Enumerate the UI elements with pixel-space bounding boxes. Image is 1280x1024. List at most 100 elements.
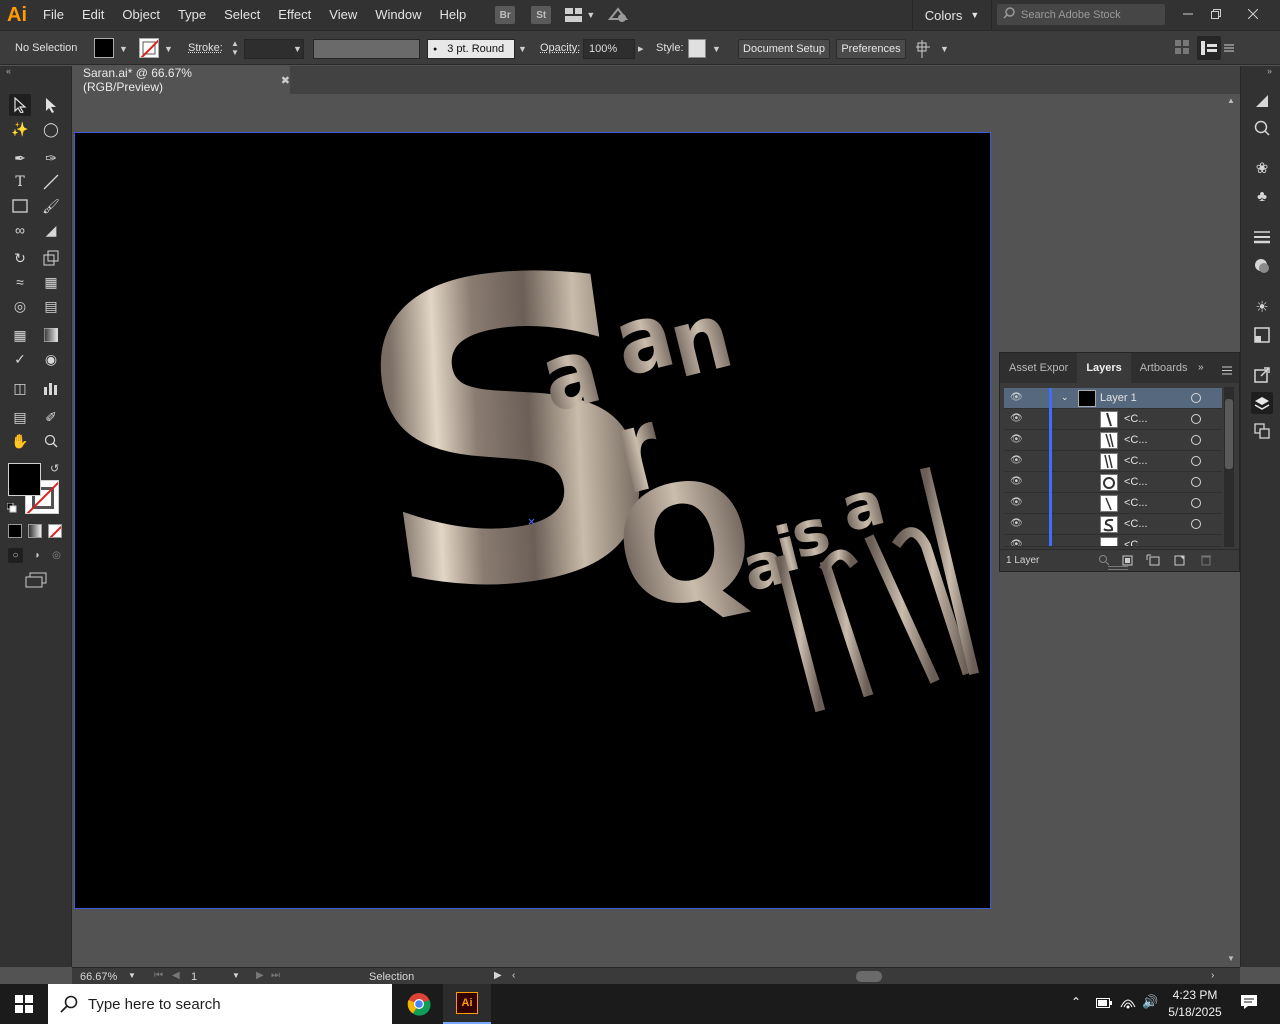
layers-scroll-thumb[interactable] xyxy=(1225,399,1233,469)
lasso-tool-icon[interactable]: ◯ xyxy=(40,118,62,140)
new-layer-icon[interactable] xyxy=(1174,554,1186,569)
object-name[interactable]: <C... xyxy=(1124,455,1148,467)
screen-mode-icon[interactable] xyxy=(24,572,48,590)
object-name[interactable]: <C... xyxy=(1124,539,1148,546)
battery-icon[interactable] xyxy=(1096,997,1112,1011)
arrange-dropdown-icon[interactable]: ▼ xyxy=(940,44,949,54)
status-menu-icon[interactable]: ▶ xyxy=(494,970,502,981)
opacity-label[interactable]: Opacity: xyxy=(540,42,580,54)
tab-asset-export[interactable]: Asset Expor xyxy=(1000,353,1077,383)
transparency-panel-icon[interactable] xyxy=(1251,255,1273,277)
fill-swatch[interactable] xyxy=(94,38,114,58)
appearance-panel-icon[interactable]: ☀ xyxy=(1251,296,1273,318)
symbol-sprayer-tool-icon[interactable]: ◫ xyxy=(9,377,31,399)
zoom-tool-icon[interactable] xyxy=(40,430,62,452)
free-transform-tool-icon[interactable]: ▦ xyxy=(40,271,62,293)
rotate-tool-icon[interactable]: ↻ xyxy=(9,247,31,269)
target-icon[interactable] xyxy=(1191,393,1201,403)
workspace-switcher[interactable]: Colors ▼ xyxy=(912,0,992,30)
volume-icon[interactable]: 🔊 xyxy=(1142,994,1158,1010)
scroll-right-icon[interactable]: › xyxy=(1211,970,1214,981)
scroll-left-icon[interactable]: ‹ xyxy=(512,970,515,981)
visibility-eye-icon[interactable]: 👁 xyxy=(1010,518,1023,530)
sublayer-row[interactable]: 👁 <C... xyxy=(1004,535,1222,547)
brush-dropdown-icon[interactable]: ▼ xyxy=(518,44,527,54)
eyedropper-tool-icon[interactable]: ✓ xyxy=(9,348,31,370)
object-name[interactable]: <C... xyxy=(1124,413,1148,425)
graphic-styles-panel-icon[interactable] xyxy=(1251,324,1273,346)
chrome-taskbar-icon[interactable] xyxy=(395,984,443,1024)
export-panel-icon[interactable] xyxy=(1251,364,1273,386)
type-tool-icon[interactable]: T xyxy=(9,171,31,193)
style-dropdown-icon[interactable]: ▼ xyxy=(712,44,721,54)
blend-tool-icon[interactable]: ◉ xyxy=(40,348,62,370)
curvature-tool-icon[interactable]: ✑ xyxy=(40,147,62,169)
close-window-button[interactable] xyxy=(1237,0,1269,28)
magic-wand-tool-icon[interactable]: ✨ xyxy=(9,118,31,140)
document-tab[interactable]: Saran.ai* @ 66.67% (RGB/Preview) ✖ xyxy=(72,66,290,94)
illustrator-taskbar-icon[interactable]: Ai xyxy=(443,984,491,1024)
target-icon[interactable] xyxy=(1191,477,1201,487)
slice-tool-icon[interactable]: ✐ xyxy=(40,406,62,428)
opacity-field[interactable]: 100% xyxy=(583,39,635,59)
stroke-panel-icon[interactable] xyxy=(1251,226,1273,248)
direct-selection-tool-icon[interactable] xyxy=(40,94,62,116)
target-icon[interactable] xyxy=(1191,435,1201,445)
eraser-tool-icon[interactable]: ◢ xyxy=(40,219,62,241)
arrange-documents-icon[interactable]: ▼ xyxy=(565,5,595,25)
tab-layers[interactable]: Layers xyxy=(1077,353,1131,383)
gradient-mode-icon[interactable] xyxy=(28,524,42,538)
variable-width-profile[interactable] xyxy=(313,39,420,59)
target-icon[interactable] xyxy=(1191,456,1201,466)
shaper-tool-icon[interactable]: ∞ xyxy=(9,219,31,241)
tab-artboards[interactable]: Artboards xyxy=(1131,353,1197,383)
hand-tool-icon[interactable]: ✋ xyxy=(9,430,31,452)
none-mode-icon[interactable] xyxy=(48,524,62,538)
width-tool-icon[interactable]: ≈ xyxy=(9,271,31,293)
menu-help[interactable]: Help xyxy=(430,0,475,30)
preferences-button[interactable]: Preferences xyxy=(836,39,906,59)
sublayer-row[interactable]: 👁 <C... xyxy=(1004,430,1222,451)
delete-layer-icon[interactable] xyxy=(1200,554,1212,569)
stroke-weight-dropdown-icon[interactable]: ▼ xyxy=(293,44,302,54)
fill-dropdown-icon[interactable]: ▼ xyxy=(119,44,128,54)
menu-type[interactable]: Type xyxy=(169,0,215,30)
visibility-eye-icon[interactable]: 👁 xyxy=(1010,413,1023,425)
collapse-panel-icon[interactable]: « xyxy=(6,66,11,76)
menu-file[interactable]: File xyxy=(34,0,73,30)
show-hidden-icons[interactable]: ⌃ xyxy=(1071,995,1081,1009)
default-colors-icon[interactable] xyxy=(6,502,17,513)
zoom-level[interactable]: 66.67% xyxy=(80,971,117,983)
draw-inside-icon[interactable]: ◎ xyxy=(49,548,64,563)
object-name[interactable]: <C... xyxy=(1124,518,1148,530)
rectangle-tool-icon[interactable] xyxy=(9,195,31,217)
paintbrush-tool-icon[interactable]: 🖌 xyxy=(40,195,62,217)
chevron-down-icon[interactable]: ⌄ xyxy=(1061,392,1069,403)
menu-effect[interactable]: Effect xyxy=(269,0,320,30)
grid-icon[interactable] xyxy=(1175,40,1191,56)
style-swatch[interactable] xyxy=(688,39,706,58)
gpu-performance-icon[interactable] xyxy=(607,5,629,25)
next-artboard-icon[interactable]: ▶ xyxy=(256,970,264,981)
opacity-arrow-icon[interactable]: ▸ xyxy=(638,42,644,55)
menu-select[interactable]: Select xyxy=(215,0,269,30)
collapse-dock-icon[interactable]: » xyxy=(1267,66,1272,76)
bridge-icon[interactable]: Br xyxy=(495,6,516,24)
perspective-grid-tool-icon[interactable]: ▤ xyxy=(40,295,62,317)
properties-panel-icon[interactable] xyxy=(1251,90,1273,112)
layers-menu-icon[interactable] xyxy=(1222,364,1232,378)
brushes-panel-icon[interactable]: ❀ xyxy=(1251,157,1273,179)
visibility-eye-icon[interactable]: 👁 xyxy=(1010,476,1023,488)
first-artboard-icon[interactable]: ⏮ xyxy=(154,970,163,981)
target-icon[interactable] xyxy=(1191,519,1201,529)
scroll-up-icon[interactable]: ▲ xyxy=(1227,96,1235,105)
panel-resize-grip[interactable] xyxy=(1108,566,1128,570)
visibility-eye-icon[interactable]: 👁 xyxy=(1010,497,1023,509)
restore-button[interactable] xyxy=(1200,0,1232,28)
panel-menu-icon[interactable] xyxy=(1224,42,1236,54)
arrange-icon[interactable] xyxy=(916,40,936,58)
sublayer-row[interactable]: 👁 <C... xyxy=(1004,493,1222,514)
artboard-tool-icon[interactable]: ▤ xyxy=(9,406,31,428)
artboard[interactable]: S a r a n Q a i s a r xyxy=(74,132,991,909)
start-button[interactable] xyxy=(0,984,48,1024)
